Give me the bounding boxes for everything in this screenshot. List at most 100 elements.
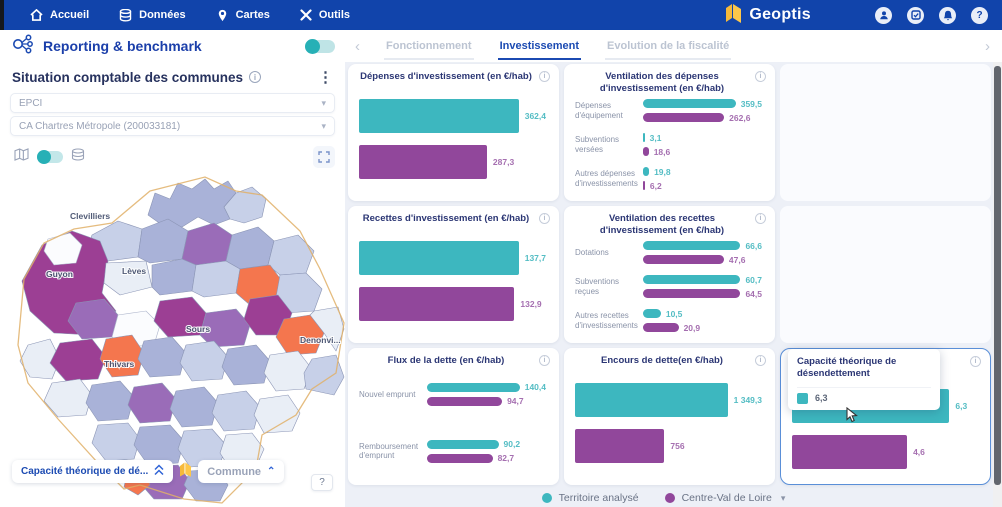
chart-title: Recettes d'investissement (en €/hab) bbox=[362, 213, 530, 224]
tasks-icon[interactable] bbox=[907, 6, 924, 24]
bar-region[interactable] bbox=[643, 323, 679, 333]
benchmark-icon bbox=[12, 34, 34, 59]
nav-label: Outils bbox=[318, 9, 351, 21]
bar-value: 359,5 bbox=[740, 98, 762, 109]
bar-territoire[interactable] bbox=[643, 275, 741, 285]
bar-territoire[interactable] bbox=[359, 98, 519, 133]
nav-item-cartes[interactable]: Cartes bbox=[216, 9, 270, 22]
vertical-scrollbar[interactable] bbox=[993, 62, 1002, 507]
category-label: Dotations bbox=[575, 247, 609, 257]
territory-select[interactable]: CA Chartres Métropole (200033181) ▾ bbox=[10, 116, 335, 136]
top-navbar: Accueil Données Cartes Outils Geoptis ? bbox=[0, 0, 1002, 30]
nav-item-outils[interactable]: Outils bbox=[300, 9, 350, 21]
bar-territoire[interactable] bbox=[427, 439, 499, 449]
bar-territoire[interactable] bbox=[359, 240, 519, 275]
tabs-prev-icon[interactable]: ‹ bbox=[355, 39, 360, 54]
nav-item-accueil[interactable]: Accueil bbox=[30, 9, 89, 21]
home-icon bbox=[30, 9, 43, 21]
nav-item-donnees[interactable]: Données bbox=[119, 8, 186, 22]
epci-select[interactable]: EPCI ▾ bbox=[10, 93, 335, 113]
empty-card-slot bbox=[780, 206, 991, 343]
report-toggle[interactable] bbox=[305, 38, 335, 54]
chart-card-flux-dette: Flux de la dette (en €/hab) i Nouvel empr… bbox=[348, 348, 559, 485]
bar-territoire[interactable] bbox=[643, 167, 650, 177]
epci-select-value: EPCI bbox=[19, 97, 43, 109]
chart-title: Flux de la dette (en €/hab) bbox=[387, 355, 505, 366]
chart-info-icon[interactable]: i bbox=[970, 356, 981, 367]
bar-value: 1 349,3 bbox=[733, 394, 762, 405]
page-title: Reporting & benchmark bbox=[43, 38, 202, 54]
bar-territoire[interactable] bbox=[643, 99, 736, 109]
tools-icon bbox=[300, 9, 312, 21]
map-pin-icon bbox=[216, 9, 229, 22]
communes-map[interactable]: Clevilliers Lèves Guyon Sours Thivars De… bbox=[0, 172, 345, 504]
chart-title: Ventilation des recettes d'investissemen… bbox=[599, 213, 725, 236]
map-data-toggle[interactable] bbox=[37, 150, 63, 164]
bar-territoire[interactable] bbox=[427, 382, 520, 392]
notifications-icon[interactable] bbox=[939, 6, 956, 24]
scrollbar-thumb[interactable] bbox=[994, 66, 1001, 485]
map-view-icon[interactable] bbox=[14, 148, 29, 166]
bar-value: 756 bbox=[670, 440, 685, 451]
map-help-button[interactable]: ? bbox=[311, 474, 333, 491]
bar-territoire[interactable] bbox=[643, 133, 645, 143]
chevron-down-icon: ▾ bbox=[780, 492, 786, 503]
chart-info-icon[interactable]: i bbox=[539, 355, 550, 366]
bar-territoire[interactable] bbox=[643, 309, 661, 319]
bar-territoire[interactable] bbox=[575, 382, 728, 417]
tooltip-series-swatch bbox=[797, 392, 808, 404]
section-info-icon[interactable]: i bbox=[249, 71, 262, 83]
charts-area: Dépenses d'investissement (en €/hab) i 36… bbox=[345, 62, 1002, 507]
chart-info-icon[interactable]: i bbox=[539, 71, 550, 82]
tabs-next-icon[interactable]: › bbox=[985, 39, 990, 54]
bar-region[interactable] bbox=[359, 144, 487, 179]
bar-region[interactable] bbox=[359, 286, 515, 321]
bar-region[interactable] bbox=[643, 147, 649, 157]
tab-bar: ‹ Fonctionnement Investissement Evolutio… bbox=[345, 30, 1002, 62]
chart-card-encours-dette: Encours de dette(en €/hab) i 1 349,3 756 bbox=[564, 348, 775, 485]
sidebar-panel: Situation comptable des communes i ⋮ EPC… bbox=[0, 62, 345, 507]
bar-region[interactable] bbox=[427, 453, 493, 463]
help-icon[interactable]: ? bbox=[971, 6, 988, 24]
table-view-icon[interactable] bbox=[71, 148, 85, 166]
bar-value: 64,5 bbox=[745, 288, 762, 299]
level-select-value: Commune bbox=[207, 465, 262, 478]
app-window: Accueil Données Cartes Outils Geoptis ? bbox=[0, 0, 1002, 507]
map-label-denonville: Denonvi... bbox=[300, 335, 341, 345]
chart-legend: Territoire analysé Centre-Val de Loire ▾ bbox=[345, 492, 982, 504]
bar-region[interactable] bbox=[575, 428, 665, 463]
bar-region[interactable] bbox=[643, 255, 724, 265]
chart-info-icon[interactable]: i bbox=[755, 213, 766, 224]
chart-info-icon[interactable]: i bbox=[539, 213, 550, 224]
brand-logo[interactable]: Geoptis bbox=[725, 3, 811, 28]
bar-value: 3,1 bbox=[649, 132, 662, 143]
database-icon bbox=[119, 8, 132, 22]
chart-info-icon[interactable]: i bbox=[755, 355, 766, 366]
account-icon[interactable] bbox=[875, 6, 892, 24]
bar-region[interactable] bbox=[643, 289, 741, 299]
indicator-pill-label: Capacité théorique de dé... bbox=[21, 466, 149, 477]
bar-value: 6,3 bbox=[955, 400, 968, 411]
kebab-menu-icon[interactable]: ⋮ bbox=[314, 68, 337, 86]
bar-region[interactable] bbox=[643, 181, 645, 191]
bar-region[interactable] bbox=[792, 434, 908, 469]
bar-territoire[interactable] bbox=[643, 241, 741, 251]
legend-territoire[interactable]: Territoire analysé bbox=[541, 492, 639, 504]
legend-region[interactable]: Centre-Val de Loire ▾ bbox=[664, 492, 786, 504]
fullscreen-icon[interactable] bbox=[313, 146, 335, 168]
chart-tooltip: Capacité théorique de désendettement 6,3 bbox=[788, 349, 940, 410]
bar-region[interactable] bbox=[427, 396, 503, 406]
chevron-up-icon: ⌃ bbox=[267, 466, 276, 477]
tab-fonctionnement[interactable]: Fonctionnement bbox=[384, 32, 474, 60]
map-label-sours: Sours bbox=[186, 324, 210, 334]
chart-info-icon[interactable]: i bbox=[755, 71, 766, 82]
collapse-up-icon[interactable] bbox=[154, 463, 164, 481]
bar-region[interactable] bbox=[643, 113, 725, 123]
bar-value: 82,7 bbox=[497, 453, 515, 464]
tab-investissement[interactable]: Investissement bbox=[497, 32, 582, 60]
level-select[interactable]: Commune ⌃ bbox=[198, 460, 285, 483]
bar-value: 287,3 bbox=[492, 156, 515, 167]
indicator-pill[interactable]: Capacité théorique de dé... bbox=[12, 460, 174, 483]
tab-evolution-fiscalite[interactable]: Evolution de la fiscalité bbox=[605, 32, 732, 60]
nav-label: Données bbox=[139, 9, 186, 21]
